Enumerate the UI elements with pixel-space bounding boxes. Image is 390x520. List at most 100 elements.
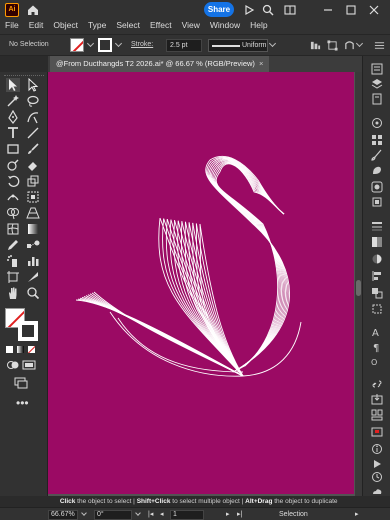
menu-file[interactable]: File xyxy=(0,18,24,32)
stroke-weight-field[interactable]: 2.5 pt xyxy=(166,39,202,52)
eyedropper-icon[interactable] xyxy=(6,238,20,252)
puppet-warp-icon[interactable] xyxy=(344,40,355,51)
chevron-down-icon[interactable] xyxy=(135,510,141,516)
fill-swatch[interactable] xyxy=(70,38,84,52)
vertical-scrollbar[interactable] xyxy=(355,72,362,496)
graph-tool-icon[interactable] xyxy=(26,254,40,268)
menu-object[interactable]: Object xyxy=(48,18,83,32)
chevron-down-icon[interactable] xyxy=(114,39,123,48)
share-button[interactable]: Share xyxy=(204,2,234,17)
pen-tool-icon[interactable] xyxy=(6,109,20,124)
arrange-documents-icon[interactable] xyxy=(284,4,296,16)
chevron-down-icon[interactable] xyxy=(268,39,277,48)
paintbrush-icon[interactable] xyxy=(26,142,40,156)
magic-wand-icon[interactable] xyxy=(6,94,20,108)
menu-type[interactable]: Type xyxy=(83,18,111,32)
menu-select[interactable]: Select xyxy=(111,18,145,32)
shape-builder-icon[interactable] xyxy=(6,206,20,220)
info-icon[interactable] xyxy=(371,443,383,455)
paragraph-icon[interactable]: ¶ xyxy=(371,341,383,354)
libraries-icon[interactable] xyxy=(371,93,383,105)
line-tool-icon[interactable] xyxy=(26,126,40,140)
artboard-number-field[interactable]: 1 xyxy=(170,510,204,520)
previous-artboard-icon[interactable]: ◂ xyxy=(160,510,164,519)
minimize-icon[interactable] xyxy=(322,4,334,16)
eraser-icon[interactable] xyxy=(26,158,40,172)
links-icon[interactable] xyxy=(371,378,383,390)
learn-icon[interactable] xyxy=(243,4,255,16)
home-icon[interactable] xyxy=(26,3,40,17)
stroke-swatch[interactable] xyxy=(98,38,112,52)
gradient-tool-icon[interactable] xyxy=(26,222,40,236)
scale-tool-icon[interactable] xyxy=(26,174,40,188)
close-tab-icon[interactable]: × xyxy=(259,56,263,72)
pathfinder-icon[interactable] xyxy=(371,287,383,299)
scroll-thumb[interactable] xyxy=(356,280,361,296)
menu-effect[interactable]: Effect xyxy=(145,18,177,32)
lasso-icon[interactable] xyxy=(26,94,40,108)
brushes-icon[interactable] xyxy=(371,149,383,161)
canvas-area[interactable] xyxy=(48,72,362,496)
layers-icon[interactable] xyxy=(371,78,383,90)
gradient-icon[interactable] xyxy=(371,236,383,248)
transform-icon[interactable] xyxy=(327,40,338,51)
graphic-styles-icon[interactable] xyxy=(371,181,383,193)
cc-libraries-icon[interactable] xyxy=(371,486,383,498)
panel-grip[interactable] xyxy=(4,75,44,77)
curvature-tool-icon[interactable] xyxy=(26,110,40,124)
shaper-tool-icon[interactable] xyxy=(6,158,20,172)
rotate-tool-icon[interactable] xyxy=(6,174,20,188)
zoom-field[interactable]: 66.67% xyxy=(48,510,78,520)
chevron-down-icon[interactable] xyxy=(86,39,95,48)
rotation-field[interactable]: 0° xyxy=(94,510,132,520)
swan-artwork[interactable] xyxy=(48,72,354,494)
properties-icon[interactable] xyxy=(371,63,383,75)
menu-edit[interactable]: Edit xyxy=(24,18,49,32)
next-artboard-icon[interactable]: ▸ xyxy=(226,510,230,519)
align-icon[interactable] xyxy=(310,40,321,51)
artboards-icon[interactable] xyxy=(371,409,383,421)
type-tool-icon[interactable] xyxy=(6,126,20,140)
menu-window[interactable]: Window xyxy=(205,18,245,32)
appearance-icon[interactable] xyxy=(371,196,383,208)
history-icon[interactable] xyxy=(371,471,383,483)
transform-icon[interactable] xyxy=(371,303,383,315)
navigator-icon[interactable] xyxy=(371,426,383,438)
change-screen-mode-icon[interactable] xyxy=(14,376,28,390)
gradient-mode-icon[interactable] xyxy=(17,346,24,353)
status-menu-icon[interactable]: ▸ xyxy=(355,510,359,519)
blend-tool-icon[interactable] xyxy=(26,238,40,252)
stroke-color-swatch[interactable] xyxy=(18,321,38,341)
drawing-modes-icon[interactable] xyxy=(6,358,20,372)
hand-tool-icon[interactable] xyxy=(6,286,20,300)
symbol-sprayer-icon[interactable] xyxy=(6,254,20,268)
menu-help[interactable]: Help xyxy=(245,18,272,32)
mesh-tool-icon[interactable] xyxy=(6,222,20,236)
maximize-icon[interactable] xyxy=(345,4,357,16)
color-icon[interactable] xyxy=(371,117,383,129)
align-icon[interactable] xyxy=(371,270,383,282)
stroke-icon[interactable] xyxy=(371,220,383,232)
menu-view[interactable]: View xyxy=(177,18,205,32)
chevron-down-icon[interactable] xyxy=(355,39,364,48)
perspective-grid-icon[interactable] xyxy=(26,206,40,220)
asset-export-icon[interactable] xyxy=(371,393,383,405)
transparency-icon[interactable] xyxy=(371,253,383,265)
none-mode-icon[interactable] xyxy=(28,346,35,353)
variable-width-profile[interactable]: Uniform xyxy=(208,39,268,52)
last-artboard-icon[interactable]: ▸| xyxy=(237,510,242,519)
character-icon[interactable]: A xyxy=(371,326,383,339)
color-mode-icon[interactable] xyxy=(6,346,13,353)
artboard[interactable] xyxy=(48,72,354,494)
width-tool-icon[interactable] xyxy=(6,190,20,204)
swatches-icon[interactable] xyxy=(371,134,383,146)
symbols-icon[interactable] xyxy=(371,164,383,176)
zoom-tool-icon[interactable] xyxy=(26,286,40,300)
first-artboard-icon[interactable]: |◂ xyxy=(148,510,153,519)
free-transform-icon[interactable] xyxy=(26,190,40,204)
direct-selection-tool-icon[interactable] xyxy=(26,77,40,92)
rectangle-tool-icon[interactable] xyxy=(6,142,20,156)
stroke-label[interactable]: Stroke: xyxy=(131,41,153,48)
search-icon[interactable] xyxy=(262,4,274,16)
document-tab[interactable]: @From Ducthangds T2 2026.ai* @ 66.67 % (… xyxy=(50,56,270,72)
